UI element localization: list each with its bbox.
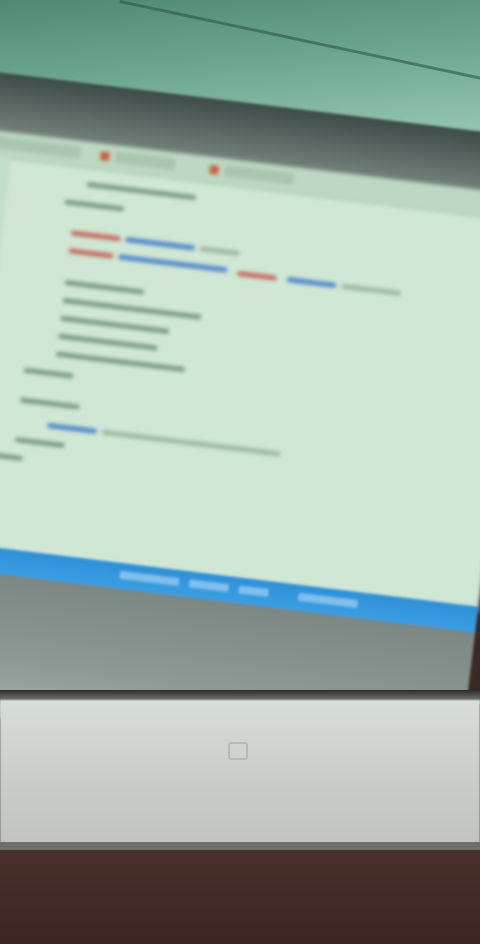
editor-tab: [114, 151, 176, 171]
taskbar-item: [119, 570, 180, 587]
code-line: [60, 315, 170, 335]
code-line: [86, 181, 197, 201]
code-line: [19, 397, 80, 410]
code-line: [14, 437, 66, 449]
code-line: [125, 237, 196, 251]
projected-screen: [0, 70, 480, 774]
code-line: [46, 422, 98, 434]
desk-surface: [0, 850, 480, 944]
ceiling-beam: [119, 0, 480, 91]
code-line: [341, 283, 402, 296]
editor-tab: [0, 135, 82, 159]
code-line: [286, 276, 337, 289]
file-icon: [209, 164, 220, 175]
code-line: [199, 246, 240, 256]
code-editor: [0, 127, 480, 613]
code-line: [64, 279, 145, 295]
code-line: [0, 450, 24, 462]
taskbar-item: [297, 592, 359, 608]
editor-tab: [223, 164, 295, 186]
file-icon: [99, 151, 110, 162]
photo-scene: [0, 0, 480, 944]
line-number-gutter: [0, 153, 12, 550]
code-line: [57, 333, 158, 351]
code-line: [101, 429, 281, 457]
taskbar-item: [188, 579, 230, 593]
code-line: [68, 248, 114, 259]
code-line: [70, 230, 121, 242]
code-line: [236, 270, 278, 281]
code-line: [23, 367, 74, 379]
projector-logo-icon: [228, 742, 248, 760]
code-line: [117, 254, 228, 273]
code-line: [62, 297, 202, 320]
code-line: [55, 351, 186, 373]
code-line: [64, 199, 125, 212]
taskbar-item: [238, 585, 269, 598]
projector-housing: [0, 700, 480, 850]
